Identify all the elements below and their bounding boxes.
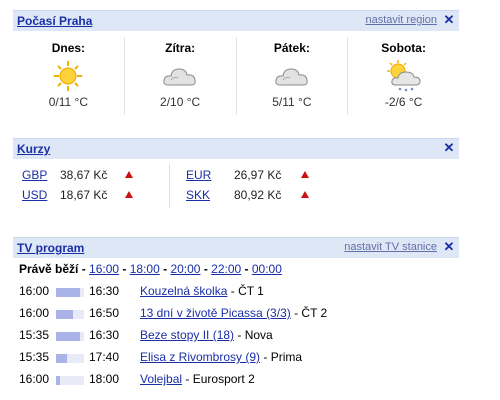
rate-row: GBP 38,67 Kč — [22, 168, 142, 184]
close-icon[interactable]: ✕ — [443, 141, 455, 154]
rate-value: 80,92 Kč — [234, 188, 282, 202]
close-icon[interactable]: ✕ — [443, 240, 455, 253]
start-time: 15:35 — [19, 328, 50, 342]
day-temperature: 5/11 °C — [272, 95, 312, 109]
progress-fill — [56, 376, 61, 385]
rates-divider — [169, 164, 170, 208]
day-name: Pátek: — [273, 41, 310, 55]
forecast-day: Dnes: 0/11 °C — [13, 37, 125, 115]
day-temperature: -2/6 °C — [384, 95, 423, 109]
end-time: 18:00 — [89, 372, 120, 386]
rates-widget: Kurzy ✕ GBP 38,67 Kč USD 18,67 Kč EUR 26… — [13, 138, 459, 219]
progress-fill — [56, 310, 73, 319]
show-entry: Kouzelná školka - ČT 1 — [140, 284, 264, 298]
show-entry: 13 dní v životě Picassa (3/3) - ČT 2 — [140, 306, 328, 320]
tv-program-row: 16:00 18:00 Volejbal - Eurosport 2 — [13, 368, 459, 390]
time-link[interactable]: 00:00 — [252, 262, 282, 276]
currency-link[interactable]: USD — [22, 188, 62, 202]
show-link[interactable]: Elisa z Rivombrosy (9) — [140, 350, 260, 364]
close-icon[interactable]: ✕ — [443, 13, 455, 26]
rate-row: SKK 80,92 Kč — [186, 188, 309, 204]
show-entry: Volejbal - Eurosport 2 — [140, 372, 255, 386]
weather-widget: Počasí Praha nastavit region ✕ Dnes: 0/1… — [13, 10, 459, 115]
tv-program-row: 15:35 16:30 Beze stopy II (18) - Nova — [13, 324, 459, 346]
start-time: 16:00 — [19, 284, 50, 298]
weather-title[interactable]: Počasí Praha — [17, 14, 92, 28]
rates-list: GBP 38,67 Kč USD 18,67 Kč EUR 26,97 Kč S… — [13, 159, 459, 219]
weather-header: Počasí Praha nastavit region ✕ — [13, 10, 459, 31]
progress-bar — [56, 354, 84, 363]
now-playing-row: Právě běží - 16:00 - 18:00 - 20:00 - 22:… — [13, 258, 459, 280]
cloud-icon — [272, 59, 312, 93]
end-time: 16:30 — [89, 284, 120, 298]
currency-link[interactable]: GBP — [22, 168, 62, 182]
tv-program-row: 16:00 16:30 Kouzelná školka - ČT 1 — [13, 280, 459, 302]
trend-up-icon — [125, 171, 133, 178]
weather-forecast: Dnes: 0/11 °C Zítra: 2/10 °C Pátek: 5/11… — [13, 37, 459, 115]
now-playing-label: Právě běží - 16:00 - 18:00 - 20:00 - 22:… — [19, 262, 282, 276]
channel-name: Eurosport 2 — [192, 372, 255, 386]
show-link[interactable]: Kouzelná školka — [140, 284, 227, 298]
time-link[interactable]: 16:00 — [89, 262, 119, 276]
set-tv-stations-link[interactable]: nastavit TV stanice — [344, 241, 437, 253]
tv-program-list: 16:00 16:30 Kouzelná školka - ČT 1 16:00 16:… — [13, 280, 459, 390]
start-time: 15:35 — [19, 350, 50, 364]
rate-value: 18,67 Kč — [60, 188, 108, 202]
show-link[interactable]: Beze stopy II (18) — [140, 328, 234, 342]
progress-fill — [56, 288, 80, 297]
tv-program-row: 16:00 16:50 13 dní v životě Picassa (3/3) … — [13, 302, 459, 324]
channel-name: ČT 2 — [301, 306, 328, 320]
day-name: Zítra: — [165, 41, 196, 55]
tv-widget: TV program nastavit TV stanice ✕ Právě b… — [13, 237, 459, 390]
time-link[interactable]: 22:00 — [211, 262, 241, 276]
rate-row: USD 18,67 Kč — [22, 188, 142, 204]
time-link[interactable]: 20:00 — [170, 262, 200, 276]
rate-value: 38,67 Kč — [60, 168, 108, 182]
day-temperature: 2/10 °C — [160, 95, 201, 109]
show-link[interactable]: Volejbal — [140, 372, 182, 386]
channel-name: Nova — [244, 328, 273, 342]
rate-row: EUR 26,97 Kč — [186, 168, 309, 184]
tv-title[interactable]: TV program — [17, 241, 84, 255]
tv-header: TV program nastavit TV stanice ✕ — [13, 237, 459, 258]
end-time: 16:30 — [89, 328, 120, 342]
progress-fill — [56, 354, 68, 363]
tv-program-row: 15:35 17:40 Elisa z Rivombrosy (9) - Prima — [13, 346, 459, 368]
cloud-icon — [160, 59, 200, 93]
show-entry: Elisa z Rivombrosy (9) - Prima — [140, 350, 303, 364]
trend-up-icon — [125, 191, 133, 198]
start-time: 16:00 — [19, 306, 50, 320]
sun-cloud-snow-icon — [384, 59, 424, 93]
sun-icon — [48, 59, 88, 93]
day-name: Sobota: — [381, 41, 426, 55]
trend-up-icon — [301, 191, 309, 198]
currency-link[interactable]: EUR — [186, 168, 226, 182]
end-time: 16:50 — [89, 306, 120, 320]
currency-link[interactable]: SKK — [186, 188, 226, 202]
forecast-day: Zítra: 2/10 °C — [125, 37, 237, 115]
trend-up-icon — [301, 171, 309, 178]
time-link[interactable]: 18:00 — [130, 262, 160, 276]
progress-bar — [56, 332, 84, 341]
forecast-day: Pátek: 5/11 °C — [237, 37, 349, 115]
rates-header: Kurzy ✕ — [13, 138, 459, 159]
channel-name: Prima — [270, 350, 303, 364]
progress-bar — [56, 288, 84, 297]
show-entry: Beze stopy II (18) - Nova — [140, 328, 273, 342]
end-time: 17:40 — [89, 350, 120, 364]
rates-title[interactable]: Kurzy — [17, 142, 50, 156]
start-time: 16:00 — [19, 372, 50, 386]
progress-fill — [56, 332, 80, 341]
set-region-link[interactable]: nastavit region — [365, 14, 437, 26]
progress-bar — [56, 376, 84, 385]
day-temperature: 0/11 °C — [48, 95, 88, 109]
channel-name: ČT 1 — [238, 284, 264, 298]
day-name: Dnes: — [51, 41, 86, 55]
forecast-day: Sobota: -2/6 °C — [348, 37, 459, 115]
show-link[interactable]: 13 dní v životě Picassa (3/3) — [140, 306, 291, 320]
rate-value: 26,97 Kč — [234, 168, 282, 182]
progress-bar — [56, 310, 84, 319]
